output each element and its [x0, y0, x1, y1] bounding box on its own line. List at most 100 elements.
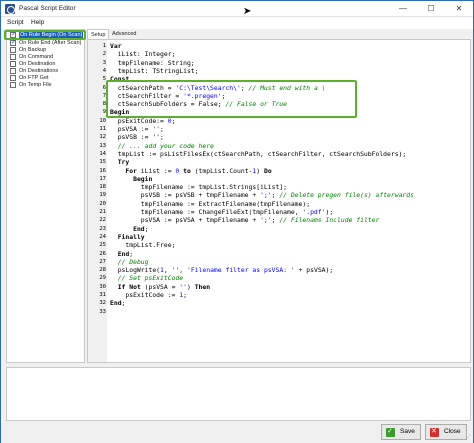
code-text: If Not (psVSA = '') Then — [117, 282, 211, 291]
editor-tabs: Setup Advanced — [87, 29, 473, 39]
code-line[interactable]: 30 If Not (psVSA = '') Then — [99, 282, 470, 291]
event-label: On Backup — [19, 47, 47, 53]
menu-help[interactable]: Help — [31, 19, 44, 26]
maximize-button[interactable]: ☐ — [417, 1, 445, 17]
event-label: On FTP Get — [19, 75, 49, 81]
code-text: tmpList := psListFilesEx(ctSearchPath, c… — [110, 149, 407, 158]
pascal-script-editor-window: Pascal Script Editor ➤ — ☐ ✕ Script Help… — [0, 0, 474, 443]
code-text: Finally — [117, 232, 145, 241]
line-number: 26 — [99, 250, 106, 257]
line-number: 29 — [99, 275, 106, 282]
code-text: psExitCode := 1; — [110, 291, 187, 299]
code-line[interactable]: 32 End; — [99, 299, 470, 308]
close-icon — [430, 427, 439, 437]
event-item-on-destination[interactable]: On Destination — [8, 61, 84, 68]
code-line[interactable]: 33 — [99, 308, 470, 316]
line-number: 21 — [99, 209, 106, 215]
event-checkbox[interactable] — [10, 82, 16, 88]
line-number: 9 — [102, 109, 106, 116]
line-number: 5 — [102, 76, 106, 83]
menu-script[interactable]: Script — [7, 19, 24, 26]
line-number: 28 — [99, 267, 106, 274]
code-line[interactable]: 24 Finally — [99, 232, 470, 241]
code-text: psVSB := psVSB + tmpFilename + ';'; // D… — [110, 191, 414, 200]
code-line[interactable]: 18 tmpFilename := tmpList.Strings[iList]… — [99, 183, 470, 191]
close-window-button[interactable]: ✕ — [445, 1, 473, 17]
event-checkbox[interactable] — [10, 54, 16, 60]
line-number: 3 — [102, 59, 106, 66]
code-line[interactable]: 17 Begin — [99, 174, 470, 183]
event-item-on-command[interactable]: On Command — [8, 54, 84, 61]
code-text: End; — [133, 224, 149, 233]
code-line[interactable]: 22 psVSA := psVSA + tmpFilename + ';'; /… — [99, 216, 470, 224]
line-number: 2 — [102, 51, 106, 58]
output-pane[interactable] — [6, 367, 471, 421]
selected-event-highlight — [4, 30, 86, 40]
code-line[interactable]: 29 // Set psExitCode — [99, 274, 470, 283]
title-bar: Pascal Script Editor ➤ — ☐ ✕ — [1, 1, 473, 17]
code-text: Begin — [133, 174, 153, 183]
line-number: 6 — [102, 84, 106, 91]
line-number: 22 — [99, 217, 106, 224]
line-number: 14 — [99, 150, 106, 157]
code-line[interactable]: 27 // Debug — [99, 258, 470, 266]
code-line[interactable]: 1 Var — [103, 42, 470, 50]
window-title: Pascal Script Editor — [19, 5, 76, 12]
line-number: 19 — [99, 192, 106, 199]
event-checkbox[interactable] — [10, 39, 16, 46]
code-line[interactable]: 25 tmpList.Free; — [99, 241, 470, 249]
line-number: 1 — [102, 43, 106, 49]
line-number: 18 — [99, 184, 106, 191]
code-line[interactable]: 16 For iList := 0 to (tmpList.Count-1) D… — [99, 167, 470, 175]
code-line[interactable]: 28 psLogWrite(1, '', 'Filename filter as… — [99, 266, 470, 274]
event-item-on-backup[interactable]: On Backup — [8, 47, 84, 54]
tab-setup[interactable]: Setup — [87, 29, 110, 39]
code-line[interactable]: 12 psVSB := ''; — [99, 133, 470, 142]
code-text: // Set psExitCode — [117, 274, 184, 283]
event-checkbox[interactable] — [10, 47, 16, 53]
line-number: 7 — [102, 92, 106, 99]
code-text: Var — [110, 42, 122, 50]
tab-advanced[interactable]: Advanced — [109, 29, 139, 39]
code-line[interactable]: 13 // ... add your code here — [99, 142, 470, 150]
line-number: 24 — [99, 233, 106, 240]
event-item-on-rule-end[interactable]: On Rule End (After Scan) — [8, 39, 84, 47]
line-number: 4 — [102, 67, 106, 74]
line-number: 11 — [99, 126, 106, 132]
code-text: psVSB := ''; — [110, 133, 164, 142]
code-line[interactable]: 19 psVSB := psVSB + tmpFilename + ';'; /… — [99, 191, 470, 200]
save-button[interactable]: Save — [381, 424, 421, 440]
close-button[interactable]: Close — [425, 424, 467, 440]
code-line[interactable]: 4 tmpList: TStringList; — [103, 67, 470, 75]
code-line[interactable]: 23 End; — [99, 224, 470, 233]
close-button-label: Close — [444, 428, 461, 435]
code-line[interactable]: 14 tmpList := psListFilesEx(ctSearchPath… — [99, 149, 470, 158]
line-number: 27 — [99, 258, 106, 265]
resize-grip-icon[interactable]: ⋰ — [465, 434, 471, 441]
code-line[interactable]: 15 Try — [99, 158, 470, 166]
event-item-on-ftp-get[interactable]: On FTP Get — [8, 75, 84, 82]
line-number: 20 — [99, 200, 106, 207]
code-line[interactable]: 11 psVSA := ''; — [99, 125, 470, 133]
event-list[interactable]: On Rule Begin (On Scan) On Rule End (Aft… — [6, 29, 85, 363]
code-text: tmpFilename := ExtractFilename(tmpFilena… — [110, 199, 311, 208]
code-line[interactable]: 21 tmpFilename := ChangeFileExt(tmpFilen… — [99, 208, 470, 216]
event-label: On Destination — [19, 61, 56, 67]
code-line[interactable]: 31 psExitCode := 1; — [99, 291, 470, 299]
event-checkbox[interactable] — [10, 68, 16, 74]
event-checkbox[interactable] — [10, 75, 16, 81]
code-line[interactable]: 20 tmpFilename := ExtractFilename(tmpFil… — [99, 199, 470, 208]
event-item-on-destinations[interactable]: On Destinations — [8, 68, 84, 75]
minimize-button[interactable]: — — [389, 1, 417, 17]
code-line[interactable]: 26 End; — [99, 250, 470, 258]
event-checkbox[interactable] — [10, 61, 16, 67]
save-button-label: Save — [400, 428, 415, 435]
line-number: 31 — [99, 292, 106, 298]
mouse-cursor-icon: ➤ — [243, 6, 252, 17]
line-number: 32 — [99, 300, 106, 307]
code-line[interactable]: 3 tmpFilename: String; — [103, 59, 470, 67]
line-number: 25 — [99, 242, 106, 249]
event-item-on-temp-file[interactable]: On Temp File — [8, 82, 84, 89]
code-line[interactable]: 2 iList: Integer; — [103, 50, 470, 58]
code-text: End; — [110, 299, 126, 308]
